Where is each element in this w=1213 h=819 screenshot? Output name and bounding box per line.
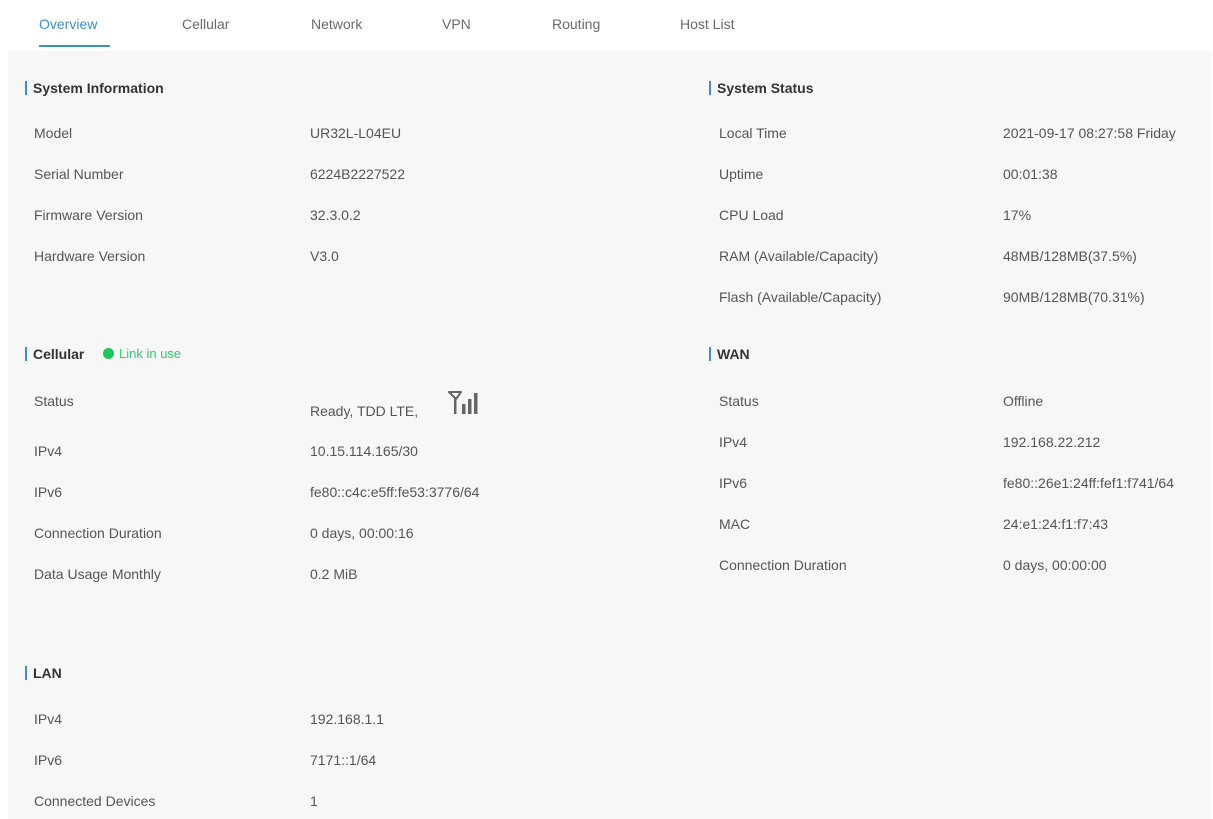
section-accent-bar	[25, 666, 27, 680]
row-value-flash: 90MB/128MB(70.31%)	[1003, 289, 1145, 305]
row-value-data-usage-monthly: 0.2 MiB	[310, 566, 358, 582]
section-accent-bar	[709, 81, 711, 95]
link-status-label: Link in use	[119, 346, 182, 361]
row-value-lan-ipv4: 192.168.1.1	[310, 711, 384, 727]
tab-routing[interactable]: Routing	[552, 4, 600, 51]
row-label-wan-status: Status	[719, 393, 759, 409]
row-value-wan-ipv6: fe80::26e1:24ff:fef1:f741/64	[1003, 475, 1175, 491]
row-label-connected-devices: Connected Devices	[34, 793, 156, 809]
section-system-information: System Information	[25, 79, 164, 97]
row-label-wan-mac: MAC	[719, 516, 751, 532]
row-label-cellular-ipv4: IPv4	[34, 443, 63, 459]
status-dot-icon	[103, 348, 114, 359]
tab-vpn[interactable]: VPN	[442, 4, 471, 51]
tab-bar: Overview Cellular Network VPN Routing Ho…	[8, 4, 1211, 51]
section-wan: WAN	[709, 345, 750, 363]
tab-cellular[interactable]: Cellular	[182, 4, 229, 51]
row-value-cellular-ipv6: fe80::c4c:e5ff:fe53:3776/64	[310, 484, 480, 500]
row-value-wan-mac: 24:e1:24:f1:f7:43	[1003, 516, 1109, 532]
row-value-model: UR32L-L04EU	[310, 125, 402, 141]
row-value-cellular-connection-duration: 0 days, 00:00:16	[310, 525, 414, 541]
section-accent-bar	[25, 81, 27, 95]
section-cellular: Cellular	[25, 345, 84, 363]
tab-host-list[interactable]: Host List	[680, 4, 734, 51]
row-label-wan-ipv6: IPv6	[719, 475, 748, 491]
row-label-serial-number: Serial Number	[34, 166, 124, 182]
row-label-wan-connection-duration: Connection Duration	[719, 557, 847, 573]
section-title: System Information	[33, 80, 164, 96]
row-label-cpu-load: CPU Load	[719, 207, 784, 223]
row-label-cellular-status: Status	[34, 393, 74, 409]
row-value-wan-ipv4: 192.168.22.212	[1003, 434, 1101, 450]
section-title: WAN	[717, 346, 750, 362]
row-value-ram: 48MB/128MB(37.5%)	[1003, 248, 1137, 264]
row-value-uptime: 00:01:38	[1003, 166, 1058, 182]
link-status-badge: Link in use	[103, 345, 181, 363]
row-value-local-time: 2021-09-17 08:27:58 Friday	[1003, 125, 1176, 141]
row-value-cellular-status: Ready, TDD LTE,	[310, 403, 419, 419]
row-value-wan-status: Offline	[1003, 393, 1044, 409]
row-value-connected-devices: 1	[310, 793, 318, 809]
section-title: System Status	[717, 80, 814, 96]
section-title: Cellular	[33, 346, 85, 362]
row-value-cpu-load: 17%	[1003, 207, 1032, 223]
section-lan: LAN	[25, 664, 62, 682]
row-value-hardware-version: V3.0	[310, 248, 339, 264]
signal-strength-icon	[448, 391, 478, 414]
row-label-local-time: Local Time	[719, 125, 787, 141]
section-accent-bar	[709, 347, 711, 361]
row-value-wan-connection-duration: 0 days, 00:00:00	[1003, 557, 1107, 573]
row-label-flash: Flash (Available/Capacity)	[719, 289, 882, 305]
row-label-hardware-version: Hardware Version	[34, 248, 146, 264]
section-system-status: System Status	[709, 79, 813, 97]
active-tab-indicator	[39, 45, 110, 47]
overview-page: Overview Cellular Network VPN Routing Ho…	[8, 4, 1211, 819]
tab-overview[interactable]: Overview	[39, 4, 97, 51]
row-value-cellular-ipv4: 10.15.114.165/30	[310, 443, 418, 459]
row-label-cellular-connection-duration: Connection Duration	[34, 525, 162, 541]
row-label-lan-ipv4: IPv4	[34, 711, 63, 727]
row-label-lan-ipv6: IPv6	[34, 752, 63, 768]
tab-network[interactable]: Network	[311, 4, 362, 51]
row-label-wan-ipv4: IPv4	[719, 434, 748, 450]
section-accent-bar	[25, 347, 27, 361]
row-label-cellular-ipv6: IPv6	[34, 484, 63, 500]
row-value-serial-number: 6224B2227522	[310, 166, 405, 182]
row-label-ram: RAM (Available/Capacity)	[719, 248, 879, 264]
row-label-data-usage-monthly: Data Usage Monthly	[34, 566, 161, 582]
row-label-firmware-version: Firmware Version	[34, 207, 143, 223]
row-value-lan-ipv6: 7171::1/64	[310, 752, 377, 768]
section-title: LAN	[33, 665, 62, 681]
row-label-model: Model	[34, 125, 73, 141]
row-label-uptime: Uptime	[719, 166, 764, 182]
row-value-firmware-version: 32.3.0.2	[310, 207, 361, 223]
